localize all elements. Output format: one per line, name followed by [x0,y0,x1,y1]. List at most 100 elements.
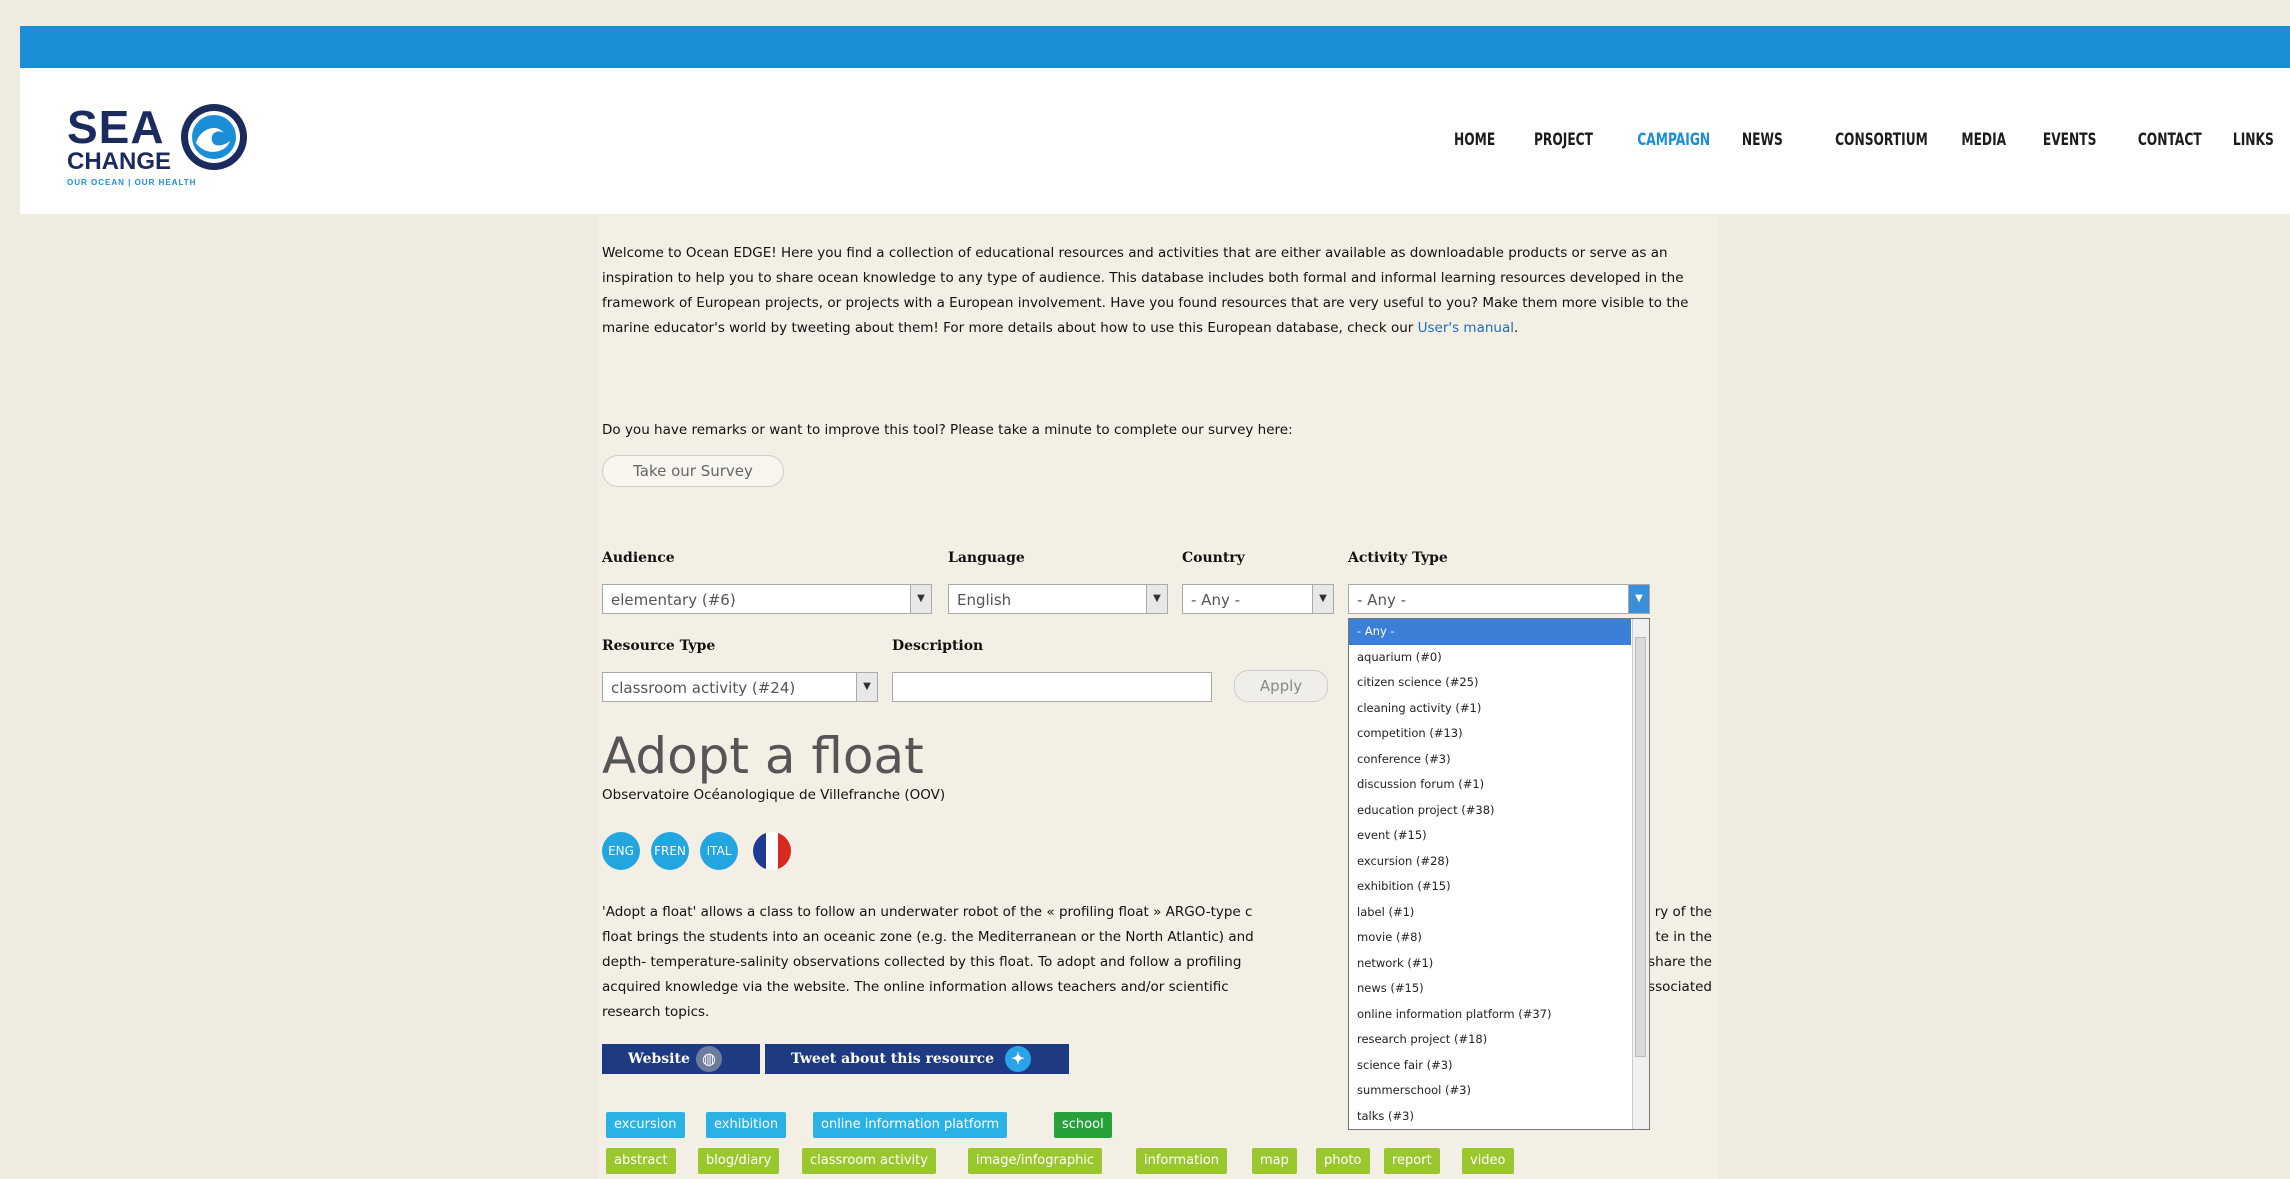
description-input[interactable] [892,672,1212,702]
site-header: SEA CHANGE OUR OCEAN | OUR HEALTH HOME PR… [20,68,2290,214]
dropdown-option[interactable]: news (#15) [1349,976,1631,1002]
dropdown-option[interactable]: competition (#13) [1349,721,1631,747]
resource-type-select[interactable]: classroom activity (#24) ▼ [602,672,878,702]
language-badge-eng[interactable]: ENG [602,832,640,870]
nav-item-media[interactable]: MEDIA [1961,130,2006,150]
tweet-button[interactable]: Tweet about this resource ✦ [765,1044,1069,1074]
flag-stripe [765,832,779,870]
nav-item-project[interactable]: PROJECT [1534,130,1593,150]
tag-abstract[interactable]: abstract [606,1148,676,1174]
intro-end: . [1514,320,1519,336]
top-color-bar [20,26,2290,68]
dropdown-option[interactable]: movie (#8) [1349,925,1631,951]
dropdown-option[interactable]: - Any - [1349,619,1631,645]
country-label: Country [1182,550,1245,566]
chevron-down-icon: ▼ [1312,585,1333,613]
dropdown-option[interactable]: event (#15) [1349,823,1631,849]
logo-text-change: CHANGE [67,148,172,175]
dropdown-option[interactable]: research project (#18) [1349,1027,1631,1053]
dropdown-option[interactable]: talks (#3) [1349,1104,1631,1130]
desc-line-end: share the [1648,954,1712,970]
website-button[interactable]: Website ◍ [602,1044,760,1074]
dropdown-option[interactable]: excursion (#28) [1349,849,1631,875]
tag-map[interactable]: map [1252,1148,1297,1174]
take-survey-button[interactable]: Take our Survey [602,455,784,487]
language-label: Language [948,550,1025,566]
dropdown-option[interactable]: conference (#3) [1349,747,1631,773]
country-select[interactable]: - Any - ▼ [1182,584,1334,614]
sea-change-logo[interactable]: SEA CHANGE OUR OCEAN | OUR HEALTH [45,96,275,206]
language-badge-ital[interactable]: ITAL [700,832,738,870]
apply-button[interactable]: Apply [1234,670,1328,702]
twitter-bird-icon: ✦ [1005,1046,1031,1072]
activity-type-select[interactable]: - Any - ▼ [1348,584,1650,614]
tag-image-infographic[interactable]: image/infographic [968,1148,1103,1174]
tag-exhibition[interactable]: exhibition [706,1112,787,1138]
dropdown-option[interactable]: exhibition (#15) [1349,874,1631,900]
dropdown-option[interactable]: citizen science (#25) [1349,670,1631,696]
dropdown-scrollbar[interactable] [1632,619,1649,1129]
resource-type-label: Resource Type [602,638,716,654]
nav-item-news[interactable]: NEWS [1742,130,1783,150]
tag-report[interactable]: report [1384,1148,1440,1174]
tag-classroom-activity[interactable]: classroom activity [802,1148,936,1174]
resource-organization: Observatoire Océanologique de Villefranc… [602,787,946,803]
nav-item-home[interactable]: HOME [1454,130,1495,150]
tweet-label: Tweet about this resource [791,1051,995,1067]
dropdown-option[interactable]: aquarium (#0) [1349,645,1631,671]
chevron-down-icon: ▼ [1146,585,1167,613]
desc-line-end: ry of the [1654,904,1712,920]
tag-school[interactable]: school [1054,1112,1112,1138]
chevron-down-icon: ▼ [1628,585,1649,613]
dropdown-option[interactable]: science fair (#3) [1349,1053,1631,1079]
language-value: English [957,591,1012,609]
tag-video[interactable]: video [1462,1148,1514,1174]
users-manual-link[interactable]: User's manual [1418,320,1514,336]
globe-icon: ◍ [696,1046,722,1072]
desc-line-text: depth- temperature-salinity observations… [602,954,1242,970]
flag-stripe [753,832,766,870]
nav-item-campaign[interactable]: CAMPAIGN [1637,130,1710,150]
dropdown-option[interactable]: education project (#38) [1349,798,1631,824]
nav-item-contact[interactable]: CONTACT [2137,130,2201,150]
tag-information[interactable]: information [1136,1148,1228,1174]
france-flag-icon [753,832,791,870]
desc-line-end: te in the [1655,929,1712,945]
chevron-down-icon: ▼ [910,585,931,613]
intro-text: Welcome to Ocean EDGE! Here you find a c… [602,245,1689,336]
tag-online-information-platform[interactable]: online information platform [813,1112,1008,1138]
dropdown-option[interactable]: cleaning activity (#1) [1349,696,1631,722]
audience-label: Audience [602,550,675,566]
dropdown-option[interactable]: discussion forum (#1) [1349,772,1631,798]
desc-line-text: research topics. [602,1004,710,1020]
dropdown-option[interactable]: network (#1) [1349,951,1631,977]
tag-blog-diary[interactable]: blog/diary [698,1148,780,1174]
desc-line-text: acquired knowledge via the website. The … [602,979,1229,995]
nav-item-events[interactable]: EVENTS [2043,130,2097,150]
nav-item-consortium[interactable]: CONSORTIUM [1835,130,1928,150]
desc-line-end: associated [1639,979,1712,995]
tag-photo[interactable]: photo [1316,1148,1370,1174]
survey-question: Do you have remarks or want to improve t… [602,422,1293,438]
country-value: - Any - [1191,591,1241,609]
activity-type-label: Activity Type [1348,550,1448,566]
dropdown-option[interactable]: online information platform (#37) [1349,1002,1631,1028]
flag-stripe [778,832,791,870]
audience-value: elementary (#6) [611,591,736,609]
audience-select[interactable]: elementary (#6) ▼ [602,584,932,614]
chevron-down-icon: ▼ [856,673,877,701]
tag-excursion[interactable]: excursion [606,1112,685,1138]
dropdown-option[interactable]: summerschool (#3) [1349,1078,1631,1104]
logo-text-sea: SEA [67,101,165,153]
nav-item-links[interactable]: LINKS [2233,130,2274,150]
dropdown-options: - Any - aquarium (#0) citizen science (#25… [1349,619,1649,1129]
language-badge-fren[interactable]: FREN [651,832,689,870]
activity-type-value: - Any - [1357,591,1407,609]
resource-type-value: classroom activity (#24) [611,679,796,697]
dropdown-option[interactable]: label (#1) [1349,900,1631,926]
desc-line-text: float brings the students into an oceani… [602,929,1254,945]
activity-type-dropdown-list[interactable]: - Any - aquarium (#0) citizen science (#25… [1348,618,1650,1130]
language-select[interactable]: English ▼ [948,584,1168,614]
resource-title[interactable]: Adopt a float [602,727,924,785]
scrollbar-thumb[interactable] [1635,637,1646,1057]
